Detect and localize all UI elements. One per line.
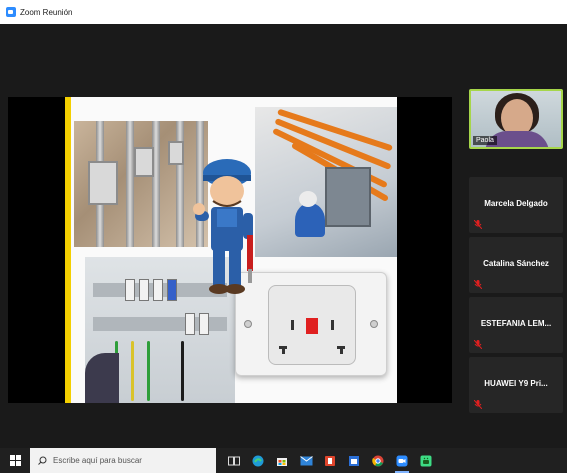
- mic-muted-icon: [474, 220, 482, 229]
- participant-name: ESTEFANIA LEM...: [480, 319, 552, 328]
- title-bar: Zoom Reunión: [0, 0, 567, 24]
- participant-tile[interactable]: ESTEFANIA LEM...: [469, 297, 563, 353]
- electrician-cartoon-icon: [193, 159, 253, 294]
- office-icon[interactable]: [320, 448, 340, 473]
- chrome-icon[interactable]: [368, 448, 388, 473]
- mic-muted-icon: [474, 400, 482, 409]
- participant-tile[interactable]: Catalina Sánchez: [469, 237, 563, 293]
- participant-tile-paola[interactable]: Paola: [469, 89, 563, 149]
- windows-logo-icon: [9, 455, 21, 466]
- calendar-icon[interactable]: [344, 448, 364, 473]
- cables-photo: [255, 107, 397, 257]
- taskbar-apps: [224, 448, 436, 473]
- participant-tile[interactable]: HUAWEI Y9 Pri...: [469, 357, 563, 413]
- android-icon[interactable]: [416, 448, 436, 473]
- task-view-icon[interactable]: [224, 448, 244, 473]
- participant-name: HUAWEI Y9 Pri...: [484, 379, 548, 388]
- conduit-photo: [74, 121, 208, 247]
- mail-icon[interactable]: [296, 448, 316, 473]
- zoom-logo-icon: [6, 7, 16, 17]
- zoom-icon[interactable]: [392, 448, 412, 473]
- slide-accent-bar: [65, 97, 71, 403]
- participant-name: Paola: [473, 136, 497, 145]
- meeting-area: Paola Marcela Delgado Catalina Sánchez E…: [0, 24, 567, 448]
- participant-name: Marcela Delgado: [484, 199, 548, 208]
- mic-muted-icon: [474, 280, 482, 289]
- shared-screen[interactable]: [8, 97, 452, 403]
- start-button[interactable]: [0, 448, 30, 473]
- participant-name: Catalina Sánchez: [483, 259, 549, 268]
- taskbar-search-box[interactable]: Escribe aquí para buscar: [30, 448, 216, 473]
- search-placeholder: Escribe aquí para buscar: [53, 456, 142, 465]
- participant-tile[interactable]: Marcela Delgado: [469, 177, 563, 233]
- edge-icon[interactable]: [248, 448, 268, 473]
- presentation-slide: [65, 97, 397, 403]
- taskbar: Escribe aquí para buscar: [0, 448, 567, 473]
- search-icon: [38, 456, 47, 465]
- store-icon[interactable]: [272, 448, 292, 473]
- window-title: Zoom Reunión: [20, 7, 73, 17]
- mic-muted-icon: [474, 340, 482, 349]
